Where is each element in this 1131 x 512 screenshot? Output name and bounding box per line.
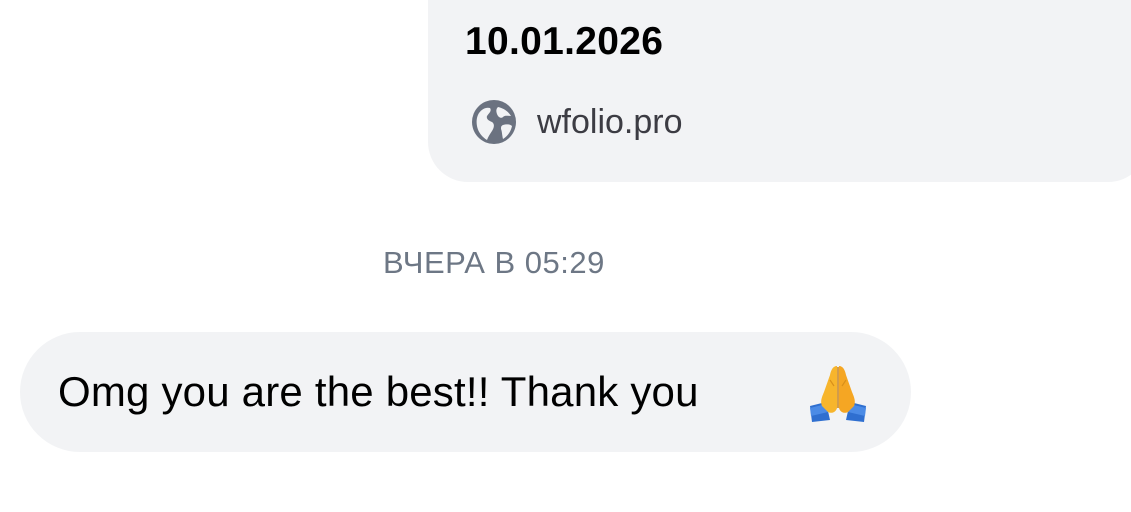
message-bubble[interactable]: Omg you are the best!! Thank you [20, 332, 911, 452]
link-preview-date: 10.01.2026 [465, 20, 664, 63]
link-preview-domain[interactable]: wfolio.pro [537, 103, 683, 142]
message-timestamp: ВЧЕРА В 05:29 [383, 245, 605, 280]
link-preview-domain-row[interactable]: wfolio.pro [470, 98, 683, 146]
message-text: Omg you are the best!! Thank you [58, 368, 699, 415]
globe-icon [470, 98, 518, 146]
